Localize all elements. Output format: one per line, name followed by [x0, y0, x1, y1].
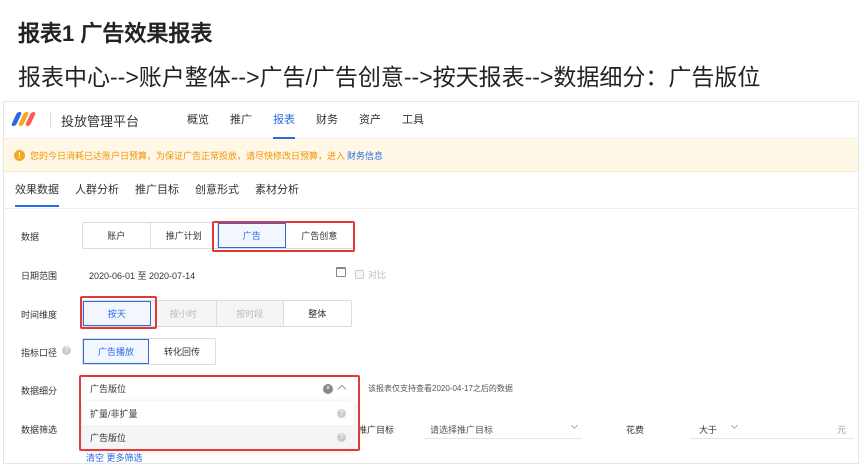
option-ad[interactable]: 广告 [218, 223, 286, 248]
divider [50, 112, 51, 128]
filter-cost-label: 花费 [626, 425, 645, 435]
option-by-hour[interactable]: 按小时 [150, 301, 217, 326]
subtab-material[interactable]: 素材分析 [255, 172, 299, 209]
filter-operator-select[interactable]: 大于 [699, 423, 717, 436]
report-subtabs: 效果数据 人群分析 推广目标 创意形式 素材分析 [4, 172, 858, 209]
breakdown-select[interactable]: 广告版位 [82, 378, 354, 400]
nav-item-reports[interactable]: 报表 [273, 102, 296, 139]
filter-target-select[interactable]: 请选择推广目标 [430, 423, 493, 436]
help-icon[interactable]: ? [337, 408, 346, 418]
clear-icon[interactable]: × [323, 384, 333, 394]
logo-icon [10, 112, 38, 128]
subtab-creative-format[interactable]: 创意形式 [195, 172, 239, 209]
chevron-down-icon [570, 421, 579, 430]
option-ad-play[interactable]: 广告播放 [83, 339, 150, 364]
option-account[interactable]: 账户 [83, 223, 151, 248]
option-ad-creative[interactable]: 广告创意 [285, 223, 353, 248]
filter-target-label: 推广目标 [358, 425, 395, 435]
doc-path: 报表中心-->账户整体-->广告/广告创意-->按天报表-->数据细分：广告版位 [18, 64, 761, 90]
chevron-down-icon [730, 421, 739, 430]
doc-title: 报表1 广告效果报表 [18, 21, 213, 46]
date-range-input[interactable]: 2020-06-01 至 2020-07-14 [89, 269, 195, 282]
app-window: 投放管理平台 概览 推广 报表 财务 资产 工具 ! 您的今日消耗已达账户日预算… [3, 101, 859, 464]
compare-toggle[interactable]: 对比 [355, 268, 386, 281]
filter-actions[interactable]: 清空 更多筛选 [86, 451, 143, 463]
subtab-audience[interactable]: 人群分析 [75, 172, 119, 209]
filter-cost-underline [690, 438, 854, 439]
data-label: 数据 [21, 232, 40, 242]
finance-info-link[interactable]: 财务信息 [347, 149, 383, 162]
time-dimension-label: 时间维度 [21, 310, 58, 320]
help-icon[interactable]: ? [62, 346, 71, 355]
nav-item-tools[interactable]: 工具 [402, 102, 424, 139]
option-by-day[interactable]: 按天 [83, 301, 151, 326]
compare-checkbox[interactable] [355, 270, 364, 279]
calendar-icon[interactable] [336, 267, 346, 277]
option-by-period[interactable]: 按时段 [217, 301, 284, 326]
subtab-performance[interactable]: 效果数据 [15, 172, 59, 209]
metric-selector: 广告播放 转化回传 [82, 338, 216, 365]
nav-item-finance[interactable]: 财务 [316, 102, 338, 139]
dropdown-option-ad-placement[interactable]: 广告版位 ? [82, 425, 354, 449]
option-overall[interactable]: 整体 [283, 301, 351, 326]
subtab-goal[interactable]: 推广目标 [135, 172, 179, 209]
nav-item-promotion[interactable]: 推广 [230, 102, 252, 139]
top-bar: 投放管理平台 概览 推广 报表 财务 资产 工具 [4, 102, 858, 139]
filter-unit: 元 [837, 425, 847, 435]
filter-target-underline [424, 438, 582, 439]
compare-label: 对比 [368, 270, 387, 280]
filter-label: 数据筛选 [21, 425, 58, 435]
dropdown-option-expansion[interactable]: 扩量/非扩量 ? [82, 401, 354, 425]
date-range-label: 日期范围 [21, 271, 58, 281]
breakdown-hint: 该报表仅支持查看2020-04-17之后的数据 [368, 384, 513, 393]
dropdown-option-label: 扩量/非扩量 [90, 408, 138, 419]
dropdown-option-label: 广告版位 [90, 432, 127, 443]
help-icon[interactable]: ? [337, 432, 346, 442]
data-level-selector: 账户 推广计划 广告 广告创意 [82, 222, 354, 249]
option-campaign[interactable]: 推广计划 [150, 223, 218, 248]
breakdown-dropdown: 扩量/非扩量 ? 广告版位 ? [82, 401, 354, 449]
metric-label: 指标口径 [21, 348, 58, 358]
time-dimension-selector: 按天 按小时 按时段 整体 [82, 300, 352, 327]
notice-text: 您的今日消耗已达账户日预算，为保证广告正常投放，请尽快修改日预算，进入 [30, 150, 346, 161]
nav-item-overview[interactable]: 概览 [187, 102, 209, 139]
breakdown-label: 数据细分 [21, 386, 58, 396]
nav-item-assets[interactable]: 资产 [359, 102, 381, 139]
budget-notice: ! 您的今日消耗已达账户日预算，为保证广告正常投放，请尽快修改日预算，进入 财务… [4, 139, 858, 172]
main-nav: 概览 推广 报表 财务 资产 工具 [187, 102, 445, 139]
option-conversion[interactable]: 转化回传 [149, 339, 215, 364]
exclamation-icon: ! [14, 149, 25, 161]
app-name: 投放管理平台 [61, 113, 140, 129]
